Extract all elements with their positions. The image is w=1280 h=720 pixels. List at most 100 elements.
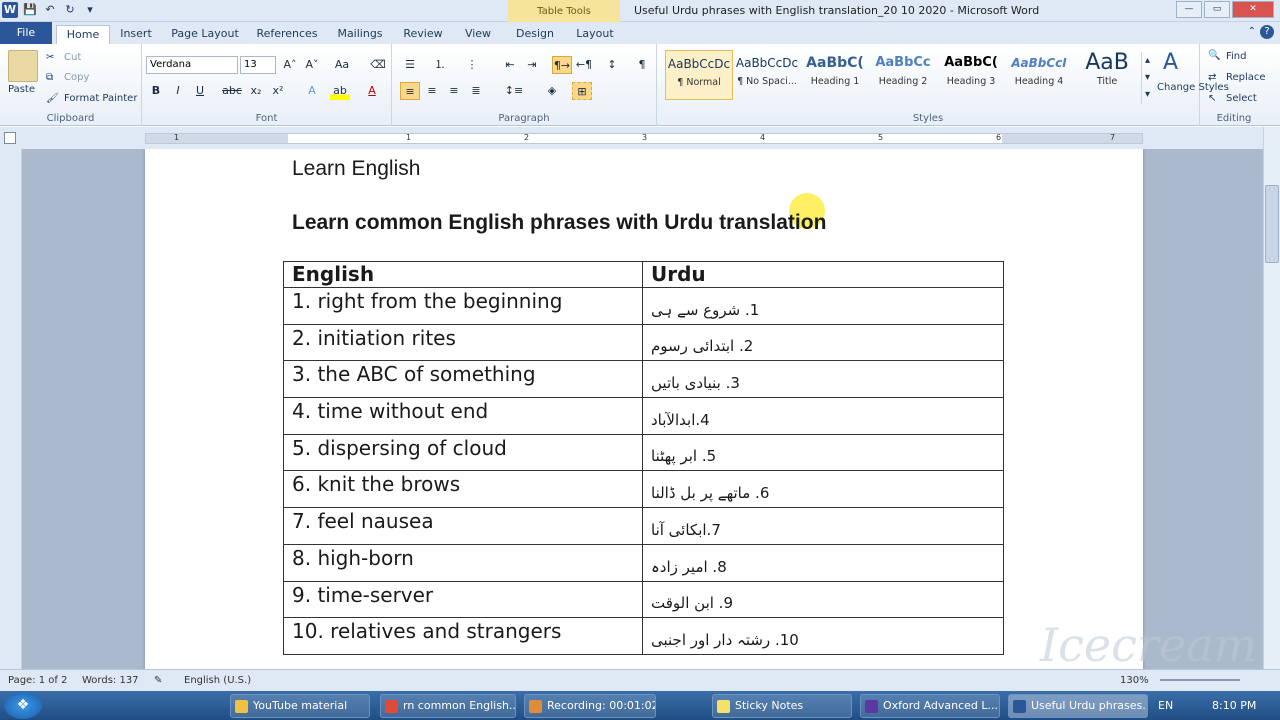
urdu-cell[interactable]: 2. ابتدائی رسوم [642,323,1004,362]
replace-icon[interactable]: ⇄ [1208,72,1216,83]
doc-subheading[interactable]: Learn common English phrases with Urdu t… [292,211,826,235]
urdu-cell[interactable]: 8. امیر زادہ [642,543,1004,582]
english-cell[interactable]: 8. high-born [283,543,643,582]
english-cell[interactable]: 10. relatives and strangers [283,617,643,655]
format-painter-icon[interactable]: 🖌 [46,93,59,104]
zoom-level[interactable]: 130% [1120,675,1149,686]
urdu-cell[interactable]: 7.ابکائی آنا [642,507,1004,545]
english-cell[interactable]: 7. feel nausea [283,507,643,545]
multilevel-list-icon[interactable]: ⋮ [462,56,482,74]
redo-icon[interactable]: ↻ [62,2,78,18]
sort-icon[interactable]: ↕ [602,56,622,74]
show-formatting-icon[interactable]: ¶ [632,56,652,74]
tab-page-layout[interactable]: Page Layout [168,25,242,44]
doc-heading[interactable]: Learn English [292,157,420,181]
document-page[interactable]: Learn English Learn common English phras… [145,149,1143,669]
word-count[interactable]: Words: 137 [82,675,139,686]
undo-icon[interactable]: ↶ [42,2,58,18]
word-icon[interactable]: W [2,2,18,18]
cut-button[interactable]: Cut [64,52,81,63]
english-cell[interactable]: 6. knit the brows [283,470,643,509]
minimize-ribbon-icon[interactable]: ⌃ [1248,26,1256,37]
font-family-select[interactable]: Verdana [146,56,238,74]
help-icon[interactable]: ? [1260,25,1274,39]
tab-view[interactable]: View [458,25,498,44]
urdu-cell[interactable]: 6. ماتھے پر بل ڈالنا [642,470,1004,509]
style-heading-4[interactable]: AaBbCcI Heading 4 [1005,50,1073,100]
underline-icon[interactable]: U [190,82,210,100]
english-cell[interactable]: 4. time without end [283,397,643,435]
taskbar-item[interactable]: Recording: 00:01:02 [524,694,656,718]
tab-layout[interactable]: Layout [570,25,620,44]
proofing-icon[interactable]: ✎ [154,675,162,686]
numbering-icon[interactable]: ⒈ [430,56,450,74]
rtl-direction-icon[interactable]: ←¶ [574,56,594,74]
style-title[interactable]: AaB Title [1073,50,1141,100]
change-styles-button[interactable]: Change Styles [1157,82,1229,94]
paste-button[interactable]: Paste [8,84,35,95]
tab-selector-icon[interactable] [4,132,16,144]
replace-button[interactable]: Replace [1226,72,1266,83]
find-button[interactable]: Find [1226,51,1247,62]
tab-insert[interactable]: Insert [114,25,158,44]
tab-file[interactable]: File [0,22,52,44]
shading-icon[interactable]: ◈ [542,82,562,100]
start-button[interactable]: ❖ [4,692,42,719]
change-styles-icon[interactable]: A [1163,50,1178,75]
vertical-scrollbar[interactable] [1263,127,1280,669]
urdu-cell[interactable]: 3. بنیادی باتیں [642,360,1004,399]
save-icon[interactable]: 💾 [22,2,38,18]
style-heading-2[interactable]: AaBbCc Heading 2 [869,50,937,100]
select-icon[interactable]: ↖ [1208,93,1216,104]
borders-icon[interactable]: ⊞ [572,82,592,100]
increase-indent-icon[interactable]: ⇥ [522,56,542,74]
minimize-button[interactable]: — [1176,1,1202,18]
english-cell[interactable]: 1. right from the beginning [283,287,643,325]
style-heading-1[interactable]: AaBbC(Heading 1 [801,50,869,100]
justify-icon[interactable]: ≣ [466,82,486,100]
zoom-slider[interactable] [1160,679,1240,681]
paste-icon[interactable] [8,50,38,82]
taskbar-item[interactable]: rn common English... [380,694,516,718]
scroll-thumb[interactable] [1265,185,1279,263]
style-normal[interactable]: AaBbCcDc ¶ Normal [665,50,733,100]
styles-scroll-icon[interactable]: ▴ ▾ ▾ [1141,52,1153,104]
align-right-icon[interactable]: ≡ [444,82,464,100]
tab-mailings[interactable]: Mailings [332,25,388,44]
taskbar-item[interactable]: Oxford Advanced L... [860,694,1000,718]
align-center-icon[interactable]: ≡ [422,82,442,100]
change-case-icon[interactable]: Aa [332,56,352,74]
urdu-cell[interactable]: 4.ابدالآباد [642,397,1004,435]
italic-icon[interactable]: I [168,82,188,100]
urdu-cell[interactable]: 5. ابر پھٹنا [642,433,1004,472]
language-status[interactable]: English (U.S.) [184,675,251,686]
english-cell[interactable]: 5. dispersing of cloud [283,433,643,472]
clock[interactable]: 8:10 PM [1212,699,1256,712]
bold-icon[interactable]: B [146,82,166,100]
english-cell[interactable]: 2. initiation rites [283,323,643,362]
table-header-english[interactable]: English [283,261,643,288]
find-icon[interactable]: 🔍 [1208,50,1220,61]
strikethrough-icon[interactable]: abc [222,82,242,100]
highlight-icon[interactable]: ab [330,82,350,100]
tab-home[interactable]: Home [56,25,110,44]
style-heading-3[interactable]: AaBbC(Heading 3 [937,50,1005,100]
copy-icon[interactable]: ⧉ [46,72,53,83]
tab-review[interactable]: Review [398,25,448,44]
font-color-icon[interactable]: A [362,82,382,100]
table-header-urdu[interactable]: Urdu [642,261,1004,288]
english-cell[interactable]: 9. time-server [283,580,643,619]
maximize-button[interactable]: ▭ [1204,1,1230,18]
superscript-icon[interactable]: x² [268,82,288,100]
taskbar-item[interactable]: Sticky Notes [712,694,852,718]
english-cell[interactable]: 3. the ABC of something [283,360,643,399]
font-size-select[interactable]: 13 [240,56,276,74]
align-left-icon[interactable]: ≡ [400,82,420,100]
vertical-ruler[interactable] [0,149,22,669]
phrase-table[interactable]: English Urdu 1. right from the beginning… [283,261,1004,655]
format-painter-button[interactable]: Format Painter [64,93,137,104]
bullets-icon[interactable]: ☰ [400,56,420,74]
page-count[interactable]: Page: 1 of 2 [8,675,67,686]
copy-button[interactable]: Copy [64,72,89,83]
horizontal-ruler[interactable]: 1 1 2 3 4 5 6 7 [0,127,1280,149]
